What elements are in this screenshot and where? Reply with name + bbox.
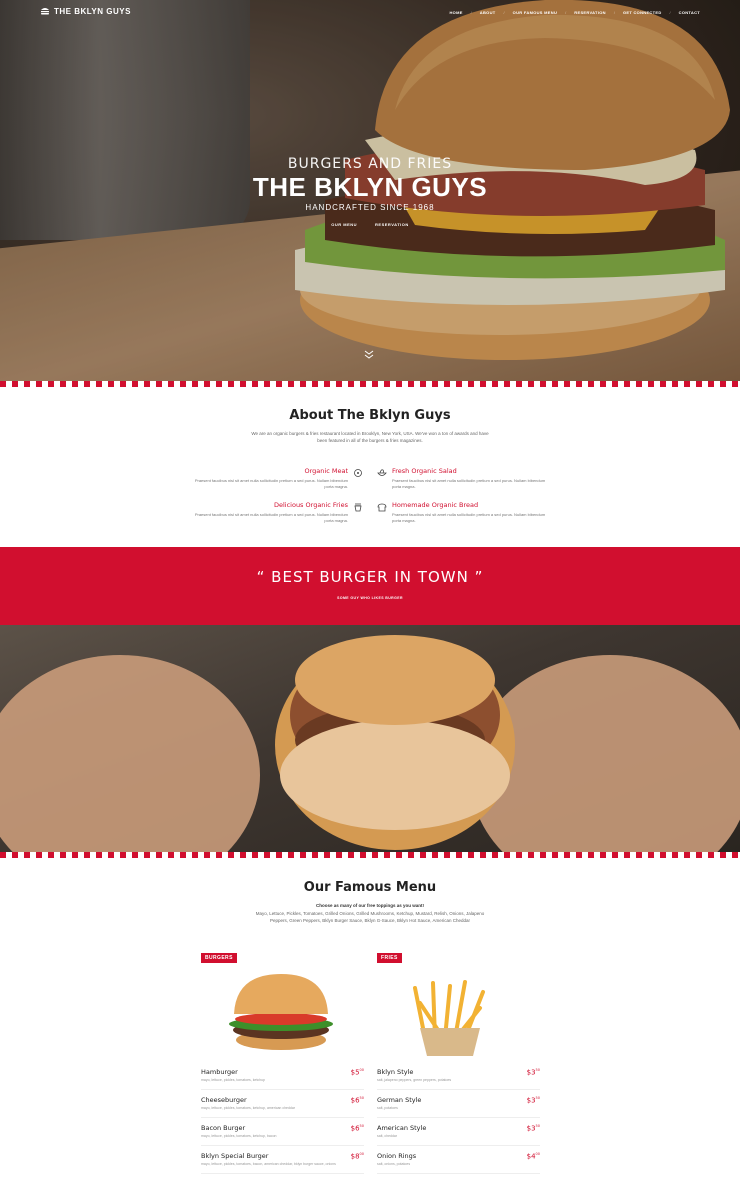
- about-section: About The Bklyn Guys We are an organic b…: [0, 390, 740, 546]
- reservation-link[interactable]: RESERVATION: [375, 222, 409, 227]
- about-description: We are an organic burgers & fries restau…: [251, 431, 489, 443]
- salad-icon: [377, 469, 387, 476]
- item-name: Bklyn Style: [377, 1068, 414, 1076]
- nav-menu-link[interactable]: OUR FAMOUS MENU: [513, 10, 558, 15]
- hero-subtitle: BURGERS AND FRIES: [287, 156, 453, 172]
- feature-homemade-bread: Homemade Organic Bread Praesent faucibus…: [392, 501, 552, 524]
- about-title: About The Bklyn Guys: [289, 408, 451, 423]
- hero-tagline: HANDCRAFTED SINCE 1968: [305, 203, 435, 212]
- item-price: $400: [526, 1152, 540, 1161]
- menu-item[interactable]: Bklyn Special Burger mayo, lettuce, pick…: [201, 1152, 364, 1174]
- logo[interactable]: THE BKLYN GUYS: [40, 6, 131, 16]
- item-price: $500: [350, 1068, 364, 1077]
- item-price: $650: [350, 1096, 364, 1105]
- fries-image: [413, 980, 485, 1056]
- burgers-badge: BURGERS: [201, 953, 237, 963]
- item-description: salt, potatoes: [377, 1106, 398, 1110]
- chevron-down-icon[interactable]: [364, 350, 374, 360]
- menu-section: Our Famous Menu Choose as many of our fr…: [0, 860, 740, 1180]
- bread-icon: [377, 503, 387, 512]
- divider-stripe: [0, 852, 740, 858]
- item-name: German Style: [377, 1096, 422, 1104]
- quote-text: “ BEST BURGER IN TOWN ”: [0, 568, 740, 586]
- quote-open-mark: “: [256, 568, 266, 586]
- feature-title: Homemade Organic Bread: [392, 501, 479, 509]
- feature-title: Fresh Organic Salad: [392, 467, 457, 475]
- feature-title: Delicious Organic Fries: [273, 501, 348, 509]
- item-description: salt, jalapeno peppers, green peppers, p…: [377, 1078, 452, 1082]
- item-description: mayo, lettuce, pickles, tomatoes, ketchu…: [201, 1134, 277, 1138]
- meat-icon: [354, 469, 362, 477]
- nav-home[interactable]: HOME: [449, 10, 462, 15]
- top-navigation: THE BKLYN GUYS HOME / ABOUT / OUR FAMOUS…: [0, 0, 740, 24]
- quote-body: BEST BURGER IN TOWN: [271, 568, 469, 586]
- hero-text: BURGERS AND FRIES THE BKLYN GUYS HANDCRA…: [0, 156, 740, 227]
- menu-item[interactable]: Bacon Burger mayo, lettuce, pickles, tom…: [201, 1124, 364, 1146]
- burger-in-hands-image: [0, 625, 740, 853]
- feature-title: Organic Meat: [304, 467, 349, 475]
- item-description: mayo, lettuce, pickles, tomatoes, ketchu…: [201, 1106, 295, 1110]
- menu-item[interactable]: Onion Rings salt, onions, potatoes $400: [377, 1152, 540, 1174]
- menu-item[interactable]: Cheeseburger mayo, lettuce, pickles, tom…: [201, 1096, 364, 1118]
- item-name: Cheeseburger: [201, 1096, 247, 1104]
- feature-text: Praesent faucibus nisl sit amet nulla so…: [194, 478, 348, 489]
- nav-contact[interactable]: CONTACT: [679, 10, 700, 15]
- item-description: salt, onions, potatoes: [377, 1162, 411, 1166]
- feature-text: Praesent faucibus nisl sit amet nulla so…: [392, 478, 546, 489]
- menu-item[interactable]: German Style salt, potatoes $350: [377, 1096, 540, 1118]
- item-price: $350: [526, 1096, 540, 1105]
- item-description: mayo, lettuce, pickles, tomatoes, bacon,…: [201, 1162, 336, 1166]
- feature-text: Praesent faucibus nisl sit amet nulla so…: [392, 512, 546, 523]
- feature-organic-meat: Organic Meat Praesent faucibus nisl sit …: [188, 467, 348, 490]
- feature-organic-fries: Delicious Organic Fries Praesent faucibu…: [188, 501, 348, 524]
- menu-lead: Choose as many of our free toppings as y…: [315, 903, 424, 908]
- nav-reservation[interactable]: RESERVATION: [574, 10, 606, 15]
- our-menu-link[interactable]: OUR MENU: [331, 222, 357, 227]
- item-name: Hamburger: [201, 1068, 238, 1076]
- divider-stripe: [0, 381, 740, 387]
- quote-section: “ BEST BURGER IN TOWN ” SOME GUY WHO LIK…: [0, 547, 740, 625]
- hero-links: OUR MENU RESERVATION: [0, 222, 740, 227]
- item-name: Bklyn Special Burger: [201, 1152, 269, 1160]
- menu-item[interactable]: Hamburger mayo, lettuce, pickles, tomato…: [201, 1068, 364, 1090]
- item-price: $800: [350, 1152, 364, 1161]
- hero-section: THE BKLYN GUYS HOME / ABOUT / OUR FAMOUS…: [0, 0, 740, 384]
- quote-author: SOME GUY WHO LIKES BURGER: [337, 596, 403, 600]
- feature-fresh-salad: Fresh Organic Salad Praesent faucibus ni…: [392, 467, 552, 490]
- item-name: Bacon Burger: [201, 1124, 246, 1132]
- hero-title: THE BKLYN GUYS: [252, 172, 488, 202]
- menu-title: Our Famous Menu: [303, 880, 437, 895]
- item-description: mayo, lettuce, pickles, tomatoes, ketchu…: [201, 1078, 266, 1082]
- item-description: salt, cheddar: [377, 1134, 398, 1138]
- burger-image: [229, 974, 333, 1050]
- burger-logo-icon: [41, 8, 49, 15]
- nav-menu: HOME / ABOUT / OUR FAMOUS MENU / RESERVA…: [449, 10, 700, 15]
- nav-get-connected[interactable]: GET CONNECTED: [623, 10, 662, 15]
- item-price: $350: [526, 1124, 540, 1133]
- item-price: $650: [350, 1124, 364, 1133]
- nav-about[interactable]: ABOUT: [480, 10, 496, 15]
- logo-text: THE BKLYN GUYS: [54, 6, 131, 16]
- item-price: $350: [526, 1068, 540, 1077]
- feature-text: Praesent faucibus nisl sit amet nulla so…: [194, 512, 348, 523]
- item-name: Onion Rings: [377, 1152, 417, 1160]
- fries-icon: [354, 503, 362, 512]
- toppings-list: Mayo, Lettuce, Pickles, Tomatoes, Grille…: [255, 911, 485, 923]
- menu-item[interactable]: Bklyn Style salt, jalapeno peppers, gree…: [377, 1068, 540, 1090]
- fries-badge: FRIES: [377, 953, 402, 963]
- quote-close-mark: ”: [474, 568, 484, 586]
- item-name: American Style: [377, 1124, 427, 1132]
- menu-item[interactable]: American Style salt, cheddar $350: [377, 1124, 540, 1146]
